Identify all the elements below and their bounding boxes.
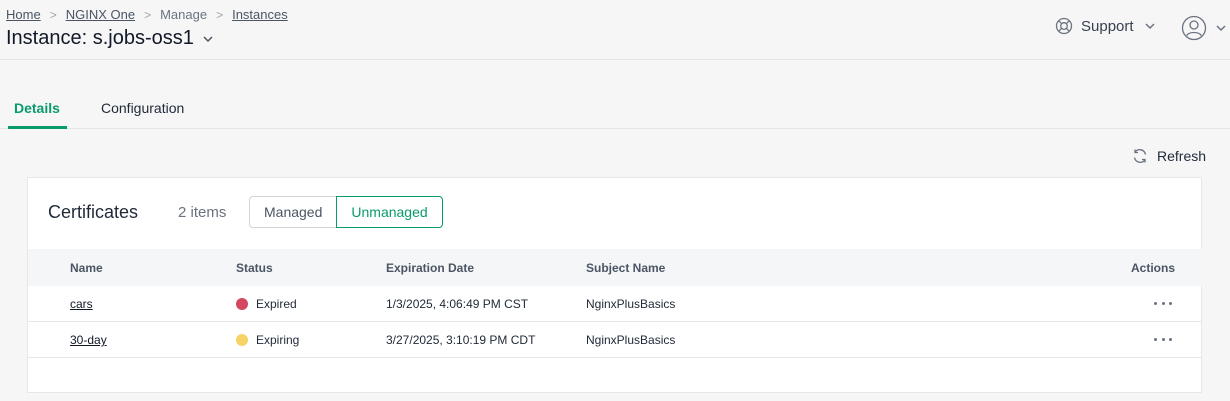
breadcrumb-separator: > bbox=[216, 7, 224, 22]
certificates-card: Certificates 2 items Managed Unmanaged N… bbox=[27, 177, 1202, 393]
more-horizontal-icon[interactable] bbox=[1154, 332, 1172, 346]
status-badge: Expiring bbox=[236, 333, 299, 347]
tab-configuration[interactable]: Configuration bbox=[101, 100, 184, 116]
certificates-count: 2 items bbox=[178, 204, 227, 221]
tab-bar: Details Configuration bbox=[0, 60, 1230, 129]
table-row: cars Expired 1/3/2025, 4:06:49 PM CST Ng… bbox=[28, 286, 1202, 322]
status-dot-icon bbox=[236, 298, 248, 310]
status-dot-icon bbox=[236, 334, 248, 346]
certificate-filter-toggle: Managed Unmanaged bbox=[249, 196, 443, 228]
table-row: 30-day Expiring 3/27/2025, 3:10:19 PM CD… bbox=[28, 322, 1202, 358]
certificates-title: Certificates bbox=[48, 202, 139, 222]
breadcrumb-separator: > bbox=[49, 7, 57, 22]
breadcrumb-home[interactable]: Home bbox=[6, 7, 41, 22]
filter-unmanaged-button[interactable]: Unmanaged bbox=[336, 196, 443, 228]
chevron-down-icon bbox=[203, 35, 213, 42]
breadcrumb-separator: > bbox=[144, 7, 152, 22]
user-menu[interactable] bbox=[1181, 15, 1227, 41]
support-label: Support bbox=[1081, 17, 1134, 35]
chevron-down-icon bbox=[1145, 23, 1155, 30]
status-badge: Expired bbox=[236, 297, 297, 311]
subject-name: NginxPlusBasics bbox=[586, 297, 676, 311]
column-header-status[interactable]: Status bbox=[236, 261, 273, 275]
breadcrumb-manage: Manage bbox=[160, 7, 208, 22]
user-circle-icon bbox=[1181, 15, 1207, 41]
lifebuoy-icon bbox=[1055, 17, 1073, 35]
certificate-name-link[interactable]: cars bbox=[70, 297, 93, 311]
page-title[interactable]: Instance: s.jobs-oss1 bbox=[6, 27, 214, 50]
breadcrumb-instances[interactable]: Instances bbox=[232, 7, 288, 22]
refresh-label: Refresh bbox=[1157, 148, 1207, 164]
subject-name: NginxPlusBasics bbox=[586, 333, 676, 347]
active-tab-indicator bbox=[8, 126, 67, 129]
expiration-date: 3/27/2025, 3:10:19 PM CDT bbox=[386, 333, 536, 347]
chevron-down-icon bbox=[1216, 25, 1226, 32]
column-header-subject[interactable]: Subject Name bbox=[586, 261, 665, 275]
column-header-expiration[interactable]: Expiration Date bbox=[386, 261, 474, 275]
certificate-name-link[interactable]: 30-day bbox=[70, 333, 107, 347]
more-horizontal-icon[interactable] bbox=[1154, 296, 1172, 310]
column-header-actions: Actions bbox=[1131, 261, 1176, 275]
refresh-icon bbox=[1133, 149, 1147, 163]
filter-managed-button[interactable]: Managed bbox=[249, 196, 337, 228]
breadcrumb-nginx-one[interactable]: NGINX One bbox=[66, 7, 135, 22]
status-text: Expiring bbox=[256, 333, 300, 347]
tab-details[interactable]: Details bbox=[14, 100, 60, 116]
breadcrumb: Home > NGINX One > Manage > Instances bbox=[6, 7, 288, 22]
support-menu[interactable]: Support bbox=[1055, 17, 1156, 35]
top-bar: Home > NGINX One > Manage > Instances In… bbox=[0, 0, 1230, 60]
expiration-date: 1/3/2025, 4:06:49 PM CST bbox=[386, 297, 529, 311]
table-header: Name Status Expiration Date Subject Name… bbox=[28, 249, 1202, 286]
page-title-text: Instance: s.jobs-oss1 bbox=[6, 27, 194, 49]
status-text: Expired bbox=[256, 297, 297, 311]
refresh-button[interactable]: Refresh bbox=[1132, 148, 1206, 164]
column-header-name[interactable]: Name bbox=[70, 261, 103, 275]
